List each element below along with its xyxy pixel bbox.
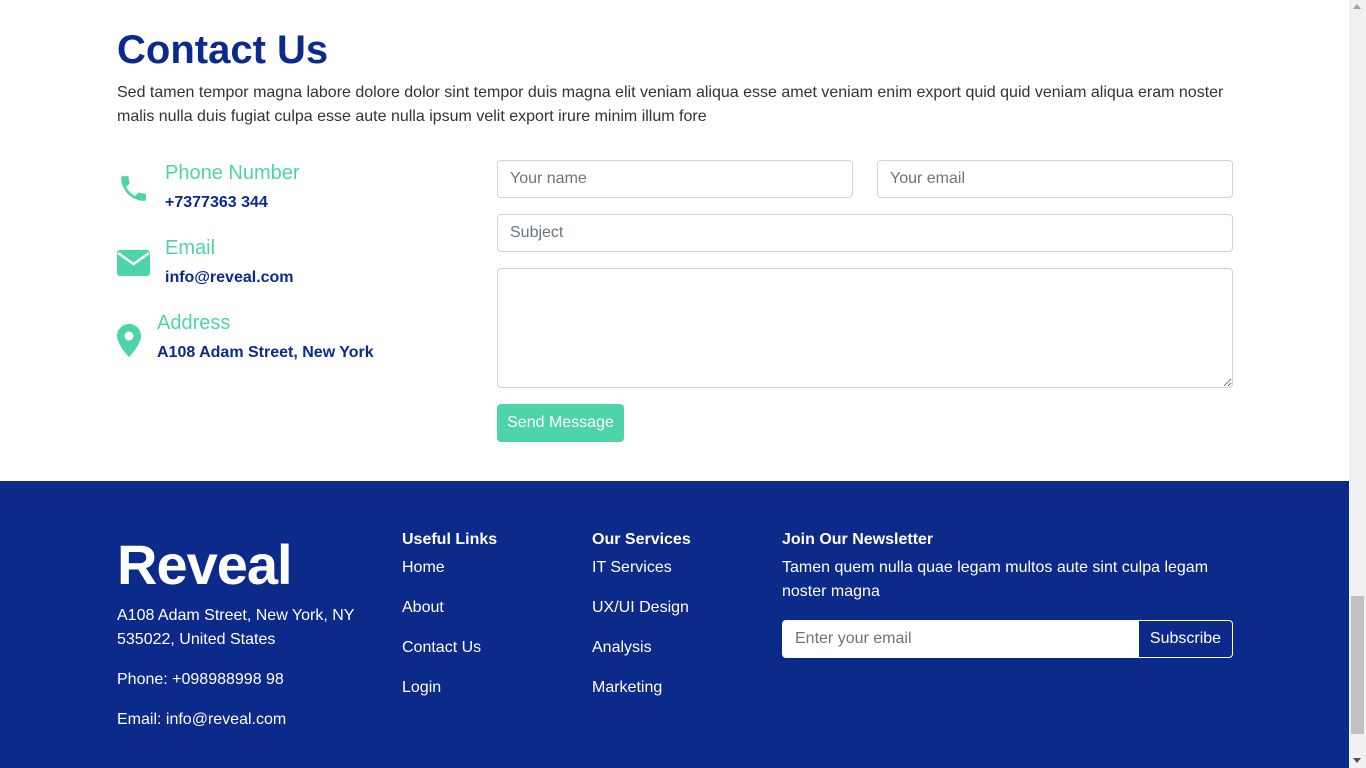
our-services-title: Our Services — [592, 531, 691, 548]
footer-link-login[interactable]: Login — [402, 678, 441, 698]
footer-link-contact-us[interactable]: Contact Us — [402, 638, 481, 658]
scroll-up-arrow-icon[interactable] — [1353, 4, 1361, 9]
scrollbar-thumb[interactable] — [1351, 596, 1364, 734]
footer-address: A108 Adam Street, New York, NY 535022, U… — [117, 607, 355, 648]
scroll-down-arrow-icon[interactable] — [1353, 758, 1361, 763]
footer-link-marketing[interactable]: Marketing — [592, 678, 662, 698]
phone-label: Phone Number — [165, 162, 300, 184]
envelope-icon — [117, 250, 150, 281]
vertical-scrollbar[interactable] — [1349, 0, 1366, 768]
email-value: info@reveal.com — [165, 269, 294, 286]
info-phone: Phone Number +7377363 344 — [117, 160, 417, 220]
footer-link-it-services[interactable]: IT Services — [592, 558, 672, 578]
phone-icon — [117, 172, 150, 210]
footer-email: Email: info@reveal.com — [117, 711, 287, 728]
contact-title: Contact Us — [117, 28, 329, 72]
page: Contact Us Sed tamen tempor magna labore… — [0, 0, 1349, 768]
email-input[interactable] — [877, 160, 1233, 198]
newsletter-email-input[interactable] — [782, 620, 1139, 658]
subscribe-button[interactable]: Subscribe — [1138, 620, 1233, 658]
name-input[interactable] — [497, 160, 853, 198]
email-label: Email — [165, 237, 216, 259]
info-address: Address A108 Adam Street, New York — [117, 310, 417, 370]
footer-brand-logo[interactable]: Reveal — [117, 533, 293, 597]
footer: Reveal A108 Adam Street, New York, NY 53… — [0, 481, 1349, 768]
footer-phone: Phone: +098988998 98 — [117, 671, 284, 688]
contact-description: Sed tamen tempor magna labore dolore dol… — [117, 84, 1224, 125]
footer-link-ux-ui-design[interactable]: UX/UI Design — [592, 598, 689, 618]
footer-link-about[interactable]: About — [402, 598, 444, 618]
send-message-button[interactable]: Send Message — [497, 404, 624, 442]
footer-link-home[interactable]: Home — [402, 558, 445, 578]
footer-link-analysis[interactable]: Analysis — [592, 638, 652, 658]
newsletter-text: Tamen quem nulla quae legam multos aute … — [782, 559, 1209, 600]
contact-section: Contact Us Sed tamen tempor magna labore… — [0, 0, 1349, 481]
address-label: Address — [157, 312, 231, 334]
useful-links-title: Useful Links — [402, 531, 498, 548]
subject-input[interactable] — [497, 214, 1233, 252]
info-email: Email info@reveal.com — [117, 235, 417, 295]
address-value: A108 Adam Street, New York — [157, 344, 374, 361]
map-pin-icon — [117, 324, 141, 362]
message-textarea[interactable] — [497, 268, 1233, 388]
phone-value: +7377363 344 — [165, 194, 268, 211]
newsletter-title: Join Our Newsletter — [782, 531, 934, 548]
